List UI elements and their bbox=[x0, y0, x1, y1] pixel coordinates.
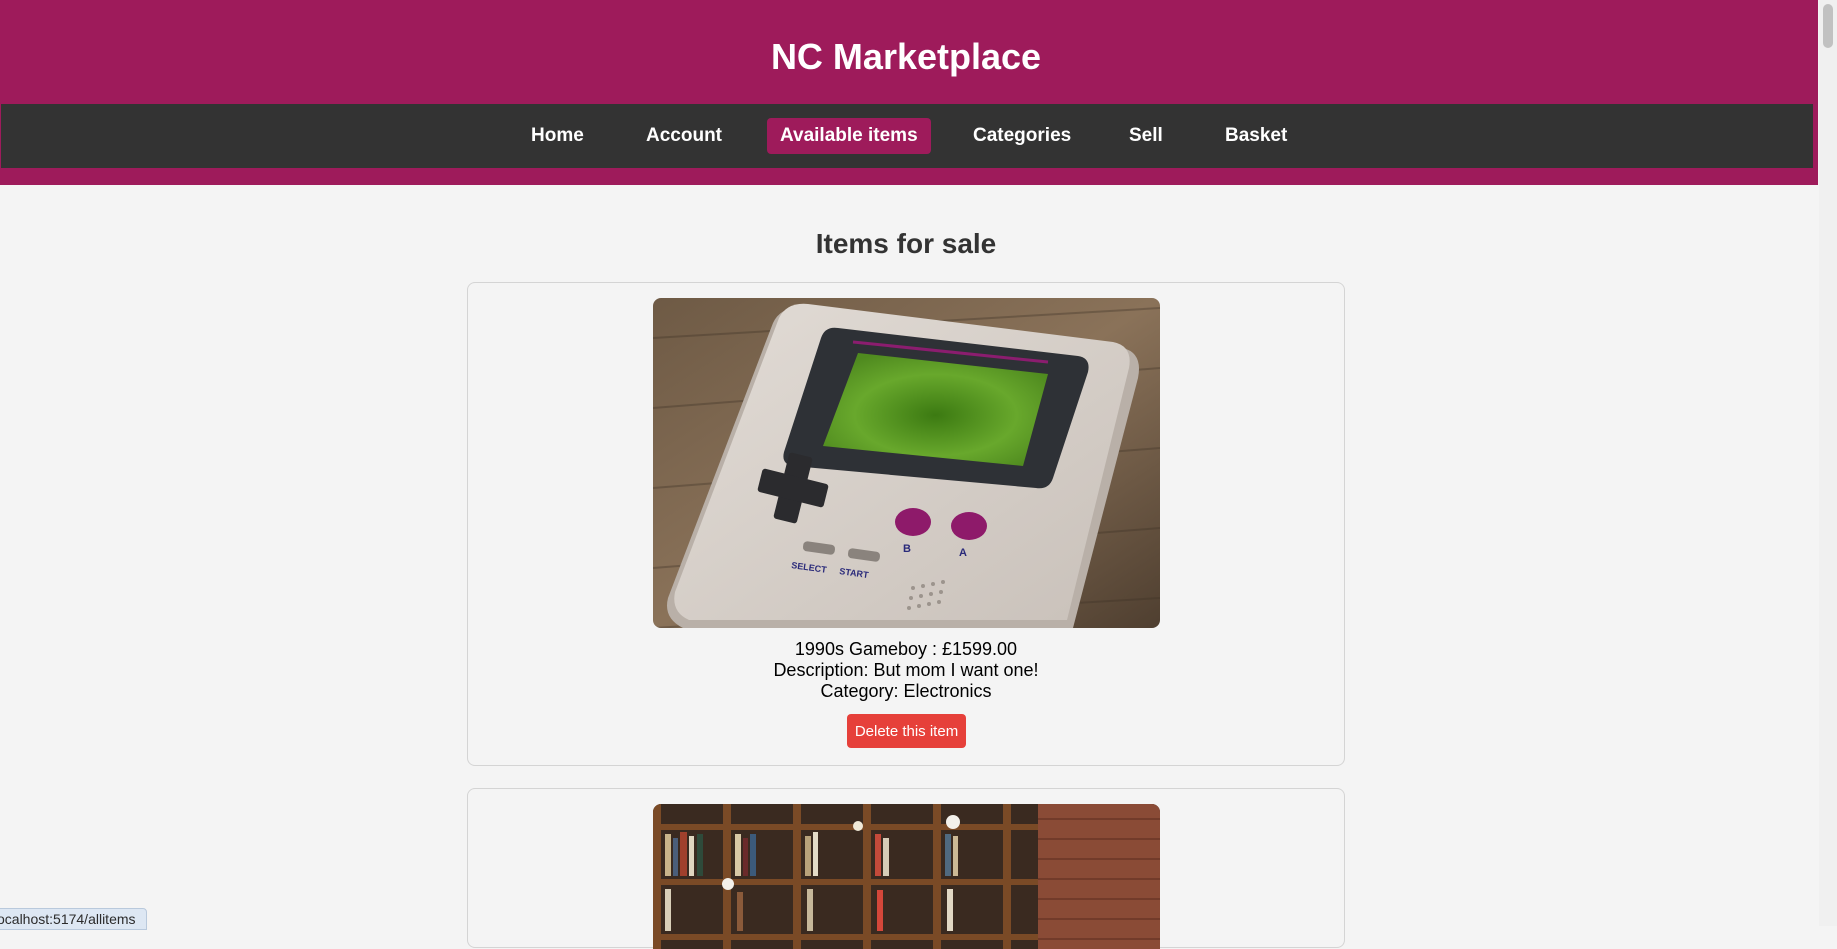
site-header: NC Marketplace Home Account Available it… bbox=[0, 0, 1818, 185]
item-title-price: 1990s Gameboy : £1599.00 bbox=[794, 639, 1018, 659]
item-card: B A SELECT START 1990s Gameboy : £1599.0… bbox=[467, 282, 1345, 766]
status-bar-url: ocalhost:5174/allitems bbox=[0, 908, 147, 930]
item-image-bookshelf bbox=[653, 804, 1160, 949]
a-label: A bbox=[959, 547, 967, 559]
item-description: Description: But mom I want one! bbox=[773, 660, 1039, 680]
b-label: B bbox=[903, 543, 911, 555]
scrollbar-thumb[interactable] bbox=[1823, 4, 1833, 48]
page-title: Items for sale bbox=[815, 228, 997, 259]
nav-account[interactable]: Account bbox=[633, 118, 735, 154]
main-nav: Home Account Available items Categories … bbox=[1, 104, 1813, 168]
item-image-gameboy: B A SELECT START bbox=[653, 298, 1160, 628]
item-category: Category: Electronics bbox=[820, 681, 992, 701]
page-scrollbar[interactable] bbox=[1819, 0, 1837, 926]
nav-categories[interactable]: Categories bbox=[960, 118, 1084, 154]
nav-home[interactable]: Home bbox=[518, 118, 597, 154]
site-title: NC Marketplace bbox=[770, 36, 1042, 77]
nav-sell[interactable]: Sell bbox=[1116, 118, 1176, 154]
delete-item-button[interactable]: Delete this item bbox=[847, 714, 966, 748]
nav-available-items[interactable]: Available items bbox=[767, 118, 931, 154]
item-card bbox=[467, 788, 1345, 949]
nav-basket[interactable]: Basket bbox=[1212, 118, 1300, 154]
